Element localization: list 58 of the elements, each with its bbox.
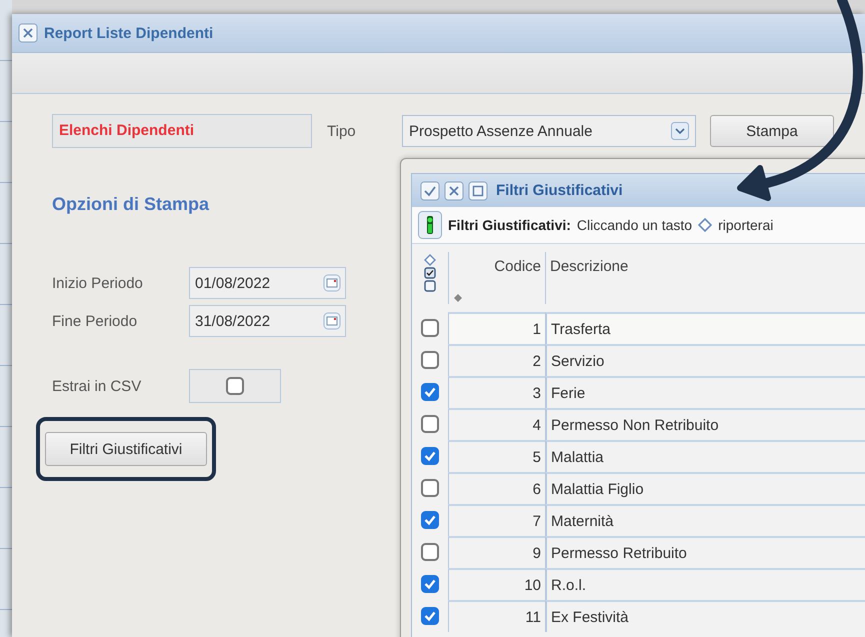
date-field[interactable]: 31/08/2022 (189, 305, 346, 337)
table-cell: Trasferta (545, 312, 865, 344)
table-cell: 11 (448, 600, 545, 632)
field-label: Estrai in CSV (52, 378, 142, 394)
close-icon[interactable] (444, 180, 464, 200)
table-cell: 1 (448, 312, 545, 344)
deselect-all-icon[interactable] (424, 280, 436, 292)
dialog-title: Filtri Giustificativi (496, 182, 623, 199)
calendar-icon[interactable] (323, 274, 341, 292)
type-dropdown[interactable]: Prospetto Assenze Annuale (402, 115, 696, 147)
table-cell: 3 (448, 376, 545, 408)
section-title: Opzioni di Stampa (52, 194, 210, 215)
table-cell: 9 (448, 536, 545, 568)
table-cell: Servizio (545, 344, 865, 376)
filter-button[interactable]: Filtri Giustificativi (45, 432, 207, 466)
table-cell: Malattia (545, 440, 865, 472)
row-checkbox[interactable] (421, 383, 439, 401)
table-cell: Permesso Retribuito (545, 536, 865, 568)
row-checkbox[interactable] (421, 319, 439, 337)
table-cell: Maternità (545, 504, 865, 536)
calendar-icon[interactable] (323, 312, 341, 330)
table-cell: 5 (448, 440, 545, 472)
sort-icon[interactable] (454, 294, 462, 302)
field-label: Inizio Periodo (52, 274, 144, 292)
date-field[interactable]: 01/08/2022 (189, 267, 346, 299)
row-checkbox[interactable] (421, 511, 439, 529)
table-cell: R.o.l. (545, 568, 865, 600)
table-cell: Permesso Non Retribuito (545, 408, 865, 440)
table-cell: Ex Festività (545, 600, 865, 632)
info-text: riporterai (718, 217, 774, 233)
table-cell: 6 (448, 472, 545, 504)
window-title: Report Liste Dipendenti (44, 24, 214, 42)
type-label: Tipo (327, 122, 357, 140)
maximize-icon[interactable] (468, 180, 488, 200)
check-icon[interactable] (420, 180, 440, 200)
field-label: Fine Periodo (52, 312, 138, 330)
row-checkbox[interactable] (421, 575, 439, 593)
info-title: Filtri Giustificativi: (448, 217, 571, 233)
row-checkbox[interactable] (421, 479, 439, 497)
table-cell: 2 (448, 344, 545, 376)
traffic-light-icon (418, 211, 442, 239)
info-text: Cliccando un tasto (576, 217, 692, 233)
csv-checkbox[interactable] (226, 377, 244, 395)
row-checkbox[interactable] (421, 543, 439, 561)
table-cell: Malattia Figlio (545, 472, 865, 504)
row-checkbox[interactable] (421, 447, 439, 465)
table-cell: 4 (448, 408, 545, 440)
row-checkbox[interactable] (421, 607, 439, 625)
print-button[interactable]: Stampa (710, 115, 834, 147)
table-cell: Ferie (545, 376, 865, 408)
select-all-icon[interactable] (424, 267, 436, 279)
report-name-field: Elenchi Dipendenti (52, 114, 312, 148)
row-checkbox[interactable] (421, 415, 439, 433)
row-checkbox[interactable] (421, 351, 439, 369)
diamond-icon (698, 218, 712, 232)
table-cell: 7 (448, 504, 545, 536)
table-cell: 10 (448, 568, 545, 600)
close-icon[interactable] (18, 23, 38, 43)
